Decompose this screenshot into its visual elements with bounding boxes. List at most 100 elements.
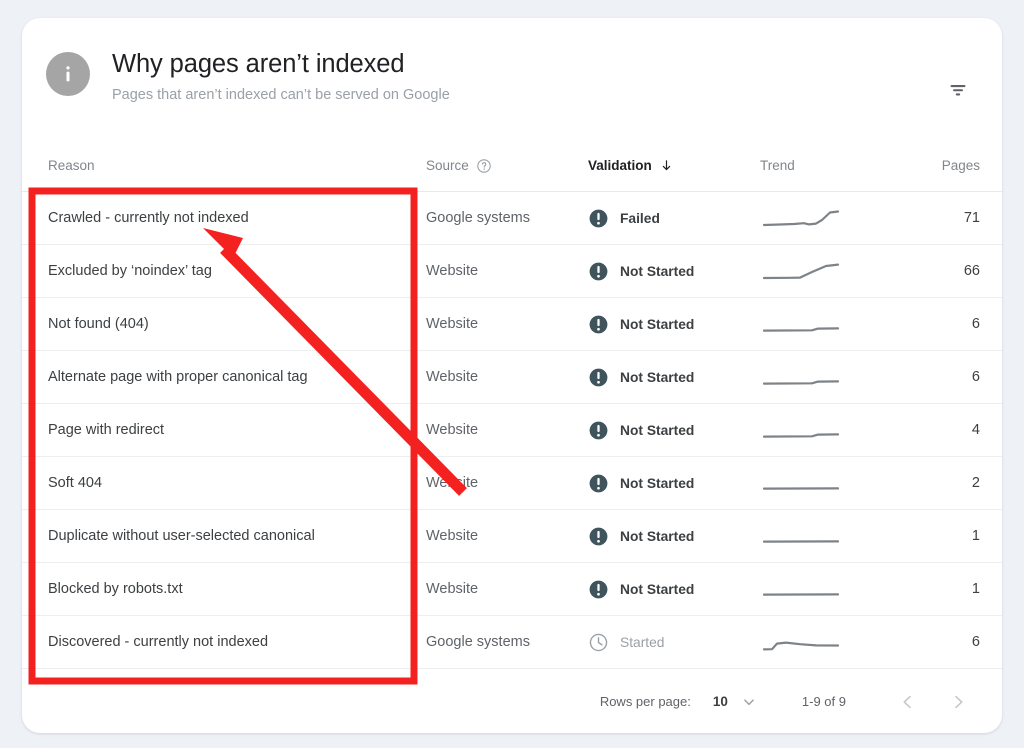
status-badge: Not Started xyxy=(620,422,695,438)
column-header-trend: Trend xyxy=(760,158,795,173)
rows-per-page-label: Rows per page: xyxy=(599,694,691,709)
cell-validation: Not Started xyxy=(588,420,760,441)
cell-validation: Not Started xyxy=(588,473,760,494)
status-badge: Not Started xyxy=(620,369,695,385)
table-row[interactable]: Soft 404 Website Not Started 2 xyxy=(22,457,1002,510)
cell-reason[interactable]: Page with redirect xyxy=(22,422,426,438)
chevron-down-icon[interactable] xyxy=(740,693,758,711)
cell-source: Website xyxy=(426,316,479,332)
page-root: Why pages aren’t indexed Pages that aren… xyxy=(0,0,1024,748)
cell-trend xyxy=(760,417,905,443)
cell-validation: Not Started xyxy=(588,314,760,335)
column-header-reason[interactable]: Reason xyxy=(22,158,426,173)
pagination-range-label: 1-9 of 9 xyxy=(801,694,846,709)
cell-trend xyxy=(760,258,905,284)
cell-reason[interactable]: Not found (404) xyxy=(22,316,426,332)
cell-trend xyxy=(760,205,905,231)
cell-pages: 1 xyxy=(971,528,980,544)
column-header-validation-label: Validation xyxy=(588,158,652,173)
chevron-left-icon[interactable] xyxy=(890,684,926,720)
table-body: Crawled - currently not indexed Google sy… xyxy=(22,192,1002,669)
exclamation-circle-icon xyxy=(588,261,609,282)
exclamation-circle-icon xyxy=(588,579,609,600)
help-circle-icon[interactable] xyxy=(476,158,492,174)
cell-source: Website xyxy=(426,422,479,438)
column-header-pages[interactable]: Pages xyxy=(905,158,1002,173)
trend-sparkline xyxy=(760,523,905,549)
cell-reason[interactable]: Alternate page with proper canonical tag xyxy=(22,369,426,385)
table-row[interactable]: Not found (404) Website Not Started 6 xyxy=(22,298,1002,351)
table-row[interactable]: Discovered - currently not indexed Google… xyxy=(22,616,1002,669)
cell-trend xyxy=(760,364,905,390)
cell-source: Google systems xyxy=(426,634,530,650)
column-header-validation[interactable]: Validation xyxy=(588,158,760,173)
cell-pages: 6 xyxy=(971,369,980,385)
cell-source: Website xyxy=(426,369,479,385)
table-row[interactable]: Crawled - currently not indexed Google sy… xyxy=(22,192,1002,245)
trend-sparkline xyxy=(760,364,905,390)
exclamation-circle-icon xyxy=(588,314,609,335)
arrow-down-icon[interactable] xyxy=(659,158,674,173)
trend-sparkline xyxy=(760,258,905,284)
trend-sparkline xyxy=(760,205,905,231)
cell-validation: Not Started xyxy=(588,261,760,282)
cell-pages: 2 xyxy=(971,475,980,491)
table-header-row: Reason Source Validation Trend Pages xyxy=(22,140,1002,192)
exclamation-circle-icon xyxy=(588,367,609,388)
cell-pages: 66 xyxy=(963,263,980,279)
cell-validation: Not Started xyxy=(588,526,760,547)
cell-source: Website xyxy=(426,581,479,597)
table-row[interactable]: Excluded by ‘noindex’ tag Website Not Star… xyxy=(22,245,1002,298)
exclamation-circle-icon xyxy=(588,208,609,229)
table-row[interactable]: Page with redirect Website Not Started 4 xyxy=(22,404,1002,457)
trend-sparkline xyxy=(760,629,905,655)
trend-sparkline xyxy=(760,576,905,602)
table-row[interactable]: Alternate page with proper canonical tag… xyxy=(22,351,1002,404)
exclamation-circle-icon xyxy=(588,473,609,494)
status-badge: Not Started xyxy=(620,475,695,491)
status-badge: Not Started xyxy=(620,581,695,597)
info-icon xyxy=(46,52,90,96)
cell-trend xyxy=(760,576,905,602)
cell-reason[interactable]: Crawled - currently not indexed xyxy=(22,210,426,226)
column-header-source[interactable]: Source xyxy=(426,158,588,174)
status-badge: Failed xyxy=(620,210,660,226)
cell-validation: Not Started xyxy=(588,367,760,388)
cell-validation: Failed xyxy=(588,208,760,229)
cell-pages: 71 xyxy=(963,210,980,226)
trend-sparkline xyxy=(760,417,905,443)
cell-source: Website xyxy=(426,263,479,279)
card-header: Why pages aren’t indexed Pages that aren… xyxy=(22,18,1002,140)
cell-reason[interactable]: Duplicate without user-selected canonica… xyxy=(22,528,426,544)
reasons-table: Reason Source Validation Trend Pages Cra… xyxy=(22,140,1002,669)
cell-trend xyxy=(760,523,905,549)
cell-pages: 6 xyxy=(971,634,980,650)
cell-source: Google systems xyxy=(426,210,530,226)
cell-pages: 1 xyxy=(971,581,980,597)
chevron-right-icon[interactable] xyxy=(940,684,976,720)
clock-icon xyxy=(588,632,609,653)
table-row[interactable]: Blocked by robots.txt Website Not Started 1 xyxy=(22,563,1002,616)
cell-reason[interactable]: Soft 404 xyxy=(22,475,426,491)
column-header-source-label: Source xyxy=(426,158,469,173)
cell-reason[interactable]: Blocked by robots.txt xyxy=(22,581,426,597)
cell-reason[interactable]: Excluded by ‘noindex’ tag xyxy=(22,263,426,279)
cell-pages: 4 xyxy=(971,422,980,438)
cell-trend xyxy=(760,311,905,337)
table-row[interactable]: Duplicate without user-selected canonica… xyxy=(22,510,1002,563)
filter-icon[interactable] xyxy=(938,70,978,110)
status-badge: Not Started xyxy=(620,263,695,279)
cell-reason[interactable]: Discovered - currently not indexed xyxy=(22,634,426,650)
cell-trend xyxy=(760,470,905,496)
rows-per-page-value[interactable]: 10 xyxy=(713,694,728,709)
trend-sparkline xyxy=(760,470,905,496)
status-badge: Not Started xyxy=(620,316,695,332)
insights-card: Why pages aren’t indexed Pages that aren… xyxy=(22,18,1002,733)
exclamation-circle-icon xyxy=(588,526,609,547)
cell-trend xyxy=(760,629,905,655)
cell-validation: Started xyxy=(588,632,760,653)
cell-source: Website xyxy=(426,475,479,491)
exclamation-circle-icon xyxy=(588,420,609,441)
page-title: Why pages aren’t indexed xyxy=(112,50,405,78)
cell-validation: Not Started xyxy=(588,579,760,600)
